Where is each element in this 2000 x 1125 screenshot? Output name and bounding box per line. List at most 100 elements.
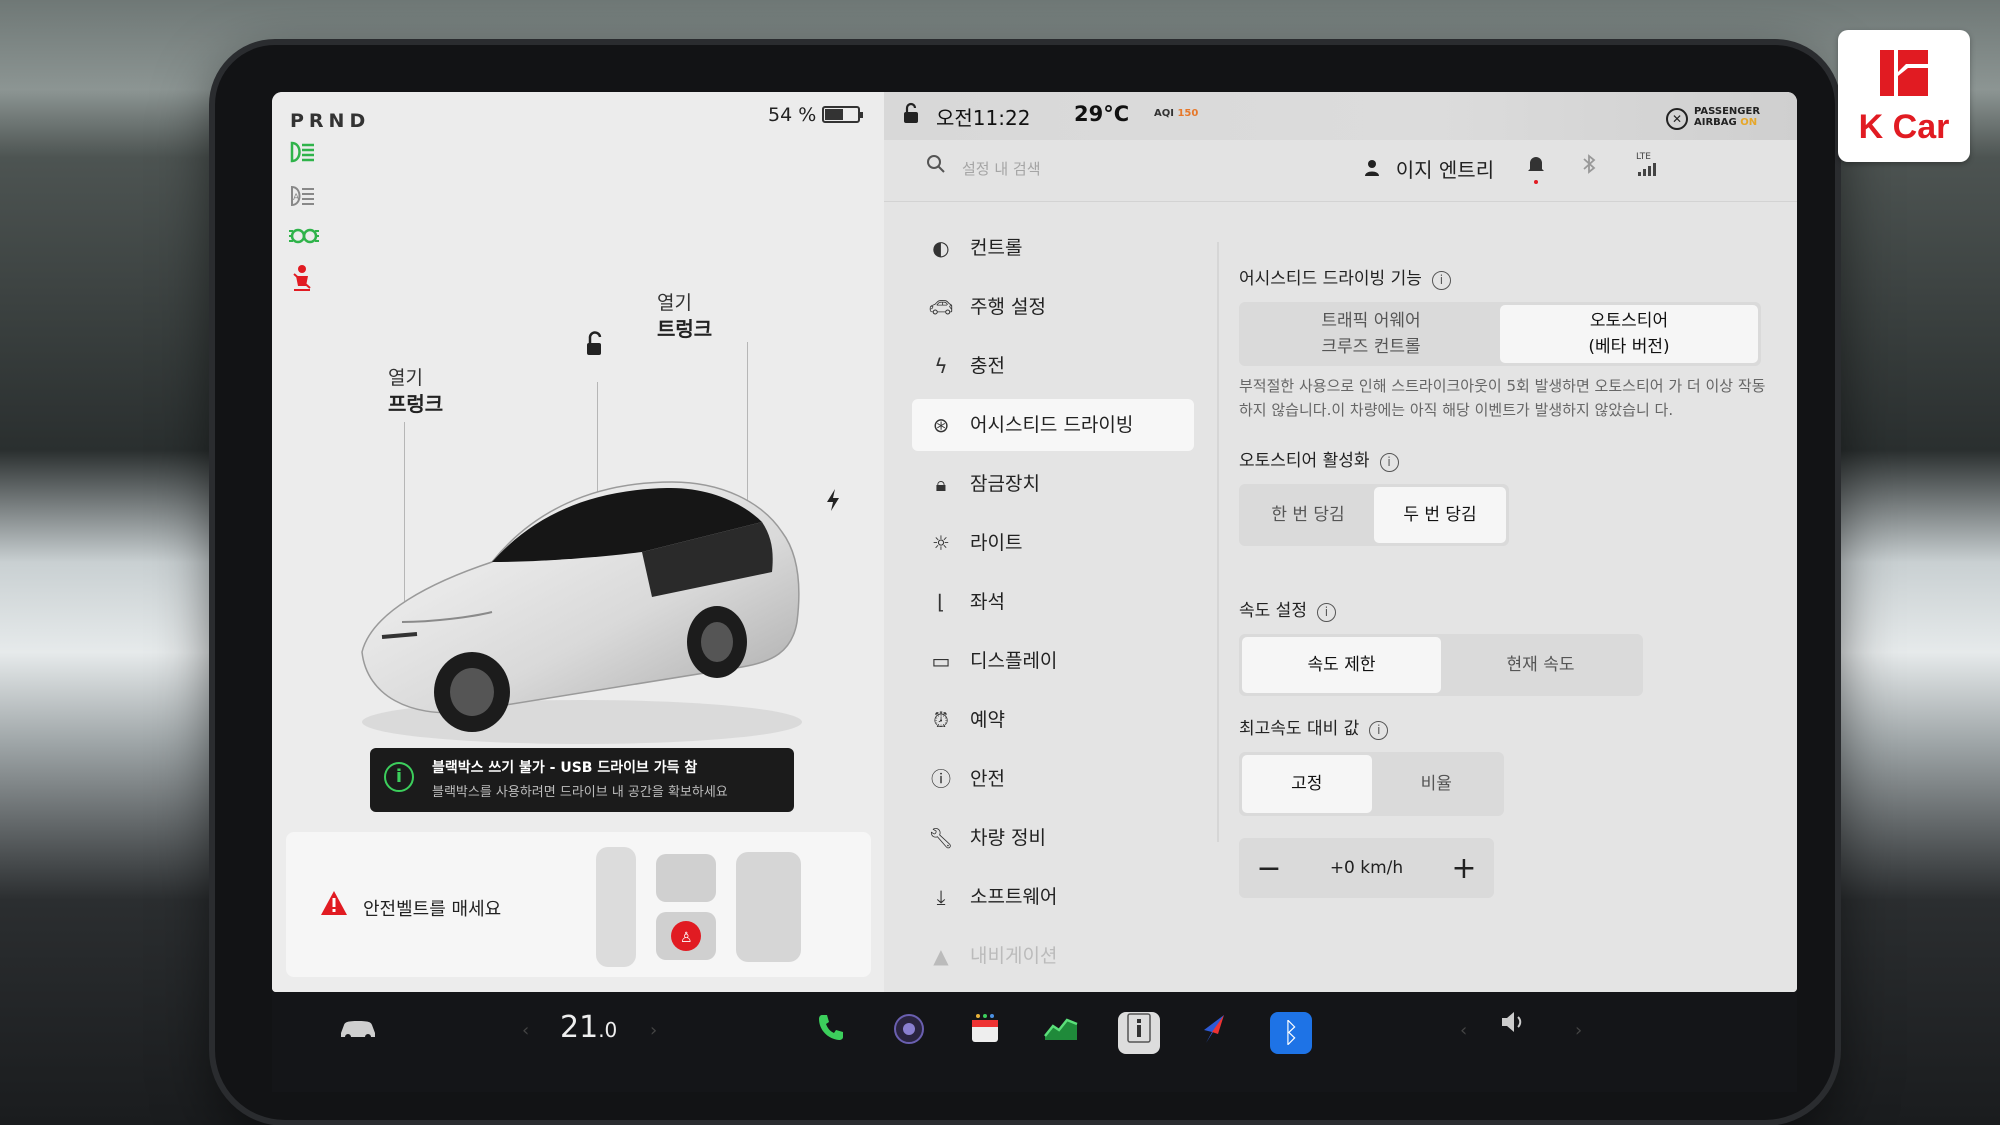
menu-item-schedule[interactable]: ⏰︎ 예약 — [912, 694, 1194, 746]
unlock-icon[interactable] — [580, 330, 608, 362]
settings-search-input[interactable] — [962, 152, 1262, 186]
bluetooth-app-icon[interactable]: ᛒ — [1270, 1012, 1312, 1054]
autosteer-description: 부적절한 사용으로 인해 스트라이크아웃이 5회 발생하면 오토스티어 가 더 … — [1239, 377, 1766, 419]
menu-item-navigation[interactable]: ▲ 내비게이션 — [912, 930, 1194, 982]
volume-up-icon[interactable]: › — [1575, 1020, 1582, 1041]
profile-button[interactable]: 이지 엔트리 — [1364, 154, 1494, 183]
speed-setting-selector: 속도 제한 현재 속도 — [1239, 634, 1643, 696]
option-single-pull[interactable]: 한 번 당김 — [1242, 487, 1374, 543]
seat-map-icon: ♙ — [596, 847, 801, 967]
cabin-temperature[interactable]: 21.0 — [560, 1010, 617, 1045]
speed-setting-title: 속도 설정 i — [1239, 596, 1779, 622]
person-icon — [1364, 160, 1386, 182]
passenger-airbag-status: ✕ PASSENGER AIRBAG ON — [1666, 106, 1760, 130]
temp-up-icon[interactable]: › — [650, 1020, 657, 1041]
temp-down-icon[interactable]: ‹ — [522, 1020, 529, 1041]
airbag-icon: ✕ — [1666, 108, 1688, 130]
wrench-icon: 🔧︎ — [928, 826, 954, 850]
frunk-open-label[interactable]: 열기 프렁크 — [388, 365, 443, 417]
camera-icon[interactable] — [888, 1012, 930, 1054]
touchscreen: PRND 54 % A 열기 프렁크 열기 트렁크 i 블랙박스 쓰기 불가 -… — [272, 92, 1797, 992]
charge-port-icon[interactable] — [824, 488, 842, 516]
toast-subtitle: 블랙박스를 사용하려면 드라이브 내 공간을 확보하세요 — [432, 785, 728, 800]
bell-icon[interactable] — [1527, 154, 1545, 184]
max-speed-offset-title: 최고속도 대비 값i — [1239, 714, 1779, 740]
seatbelt-warning-text: 안전벨트를 매세요 — [363, 899, 502, 920]
offset-type-selector: 고정 비율 — [1239, 752, 1504, 816]
option-current-speed[interactable]: 현재 속도 — [1441, 637, 1640, 693]
info-icon: ⓘ — [931, 767, 951, 791]
option-autosteer[interactable]: 오토스티어 (베타 버전) — [1500, 305, 1758, 363]
car-icon: 🚗︎ — [928, 295, 954, 319]
option-speed-limit[interactable]: 속도 제한 — [1242, 637, 1441, 693]
navigation-app-icon[interactable] — [1194, 1012, 1236, 1054]
seatbelt-card: 안전벨트를 매세요 ♙ — [286, 832, 871, 977]
toast-title: 블랙박스 쓰기 불가 - USB 드라이브 가득 참 — [432, 760, 698, 776]
svg-text:♙: ♙ — [680, 930, 693, 946]
volume-icon[interactable] — [1500, 1010, 1526, 1041]
search-row: 이지 엔트리 LTE — [884, 140, 1797, 202]
air-quality: AQI 150 — [1154, 108, 1199, 119]
assisted-driving-title: 어시스티드 드라이빙 기능 i — [1239, 264, 1779, 290]
search-icon — [926, 154, 946, 180]
assisted-driving-selector: 트래픽 어웨어 크루즈 컨트롤 오토스티어 (베타 버전) — [1239, 302, 1761, 366]
manual-icon[interactable] — [1118, 1012, 1160, 1054]
display-icon: ▭ — [931, 649, 951, 673]
stocks-icon[interactable] — [1040, 1012, 1082, 1054]
info-icon[interactable]: i — [1369, 721, 1389, 740]
low-beam-icon[interactable] — [288, 140, 316, 170]
auto-headlight-icon[interactable]: A — [288, 184, 316, 214]
car-icon[interactable] — [338, 1014, 378, 1049]
trunk-open-label[interactable]: 열기 트렁크 — [657, 290, 712, 342]
menu-item-service[interactable]: 🔧︎ 차량 정비 — [912, 812, 1194, 864]
speed-offset-stepper: − +0 km/h + — [1239, 838, 1494, 898]
menu-item-seats[interactable]: ⌊ 좌석 — [912, 576, 1194, 628]
status-bar: 오전11:22 29°C AQI 150 ✕ PASSENGER AIRBAG … — [884, 92, 1797, 140]
info-icon[interactable]: i — [1431, 271, 1451, 290]
autosteer-activation-selector: 한 번 당김 두 번 당김 — [1239, 484, 1509, 546]
option-percentage[interactable]: 비율 — [1372, 755, 1502, 813]
info-icon[interactable]: i — [1379, 453, 1399, 472]
profile-name: 이지 엔트리 — [1395, 158, 1495, 182]
battery-percent: 54 % — [768, 104, 817, 126]
increase-button[interactable]: + — [1444, 851, 1484, 886]
settings-panel: 오전11:22 29°C AQI 150 ✕ PASSENGER AIRBAG … — [884, 92, 1797, 992]
menu-item-software[interactable]: ⤓ 소프트웨어 — [912, 871, 1194, 923]
download-icon: ⤓ — [936, 885, 946, 909]
bolt-icon: ϟ — [934, 354, 948, 378]
vehicle-panel: PRND 54 % A 열기 프렁크 열기 트렁크 i 블랙박스 쓰기 불가 -… — [272, 92, 884, 992]
sun-icon: ☼ — [932, 531, 950, 555]
menu-item-controls[interactable]: ◐ 컨트롤 — [912, 222, 1194, 274]
phone-icon[interactable] — [810, 1012, 852, 1054]
lock-icon: 🔒︎ — [935, 472, 947, 496]
autosteer-activation-title: 오토스티어 활성화 i — [1239, 446, 1779, 472]
decrease-button[interactable]: − — [1249, 851, 1289, 886]
gear-indicator: PRND — [290, 110, 371, 132]
menu-item-lights[interactable]: ☼ 라이트 — [912, 517, 1194, 569]
parking-light-icon[interactable] — [288, 224, 320, 252]
menu-item-safety[interactable]: ⓘ 안전 — [912, 753, 1194, 805]
bluetooth-icon[interactable] — [1582, 154, 1596, 179]
kcar-logo: K Car — [1838, 30, 1970, 162]
kcar-mark-icon — [1880, 50, 1928, 96]
kcar-name: K Car — [1858, 108, 1950, 146]
alarm-icon: ⏰︎ — [933, 708, 949, 732]
seat-icon: ⌊ — [937, 590, 945, 614]
menu-item-assisted-driving[interactable]: ⊛ 어시스티드 드라이빙 — [912, 399, 1194, 451]
menu-item-charging[interactable]: ϟ 충전 — [912, 340, 1194, 392]
toggle-icon: ◐ — [932, 236, 950, 260]
dashcam-toast[interactable]: i 블랙박스 쓰기 불가 - USB 드라이브 가득 참 블랙박스를 사용하려면… — [370, 748, 794, 812]
calendar-icon[interactable] — [964, 1012, 1006, 1054]
navigation-icon: ▲ — [933, 944, 949, 968]
option-fixed[interactable]: 고정 — [1242, 755, 1372, 813]
menu-item-display[interactable]: ▭ 디스플레이 — [912, 635, 1194, 687]
lock-status-icon[interactable] — [900, 102, 922, 130]
menu-item-locks[interactable]: 🔒︎ 잠금장치 — [912, 458, 1194, 510]
option-double-pull[interactable]: 두 번 당김 — [1374, 487, 1506, 543]
info-icon[interactable]: i — [1316, 603, 1336, 622]
menu-item-driving[interactable]: 🚗︎ 주행 설정 — [912, 281, 1194, 333]
option-traffic-aware-cruise[interactable]: 트래픽 어웨어 크루즈 컨트롤 — [1242, 305, 1500, 363]
volume-down-icon[interactable]: ‹ — [1460, 1020, 1467, 1041]
bottom-dock: ‹ 21.0 › ᛒ ‹ › — [272, 992, 1797, 1092]
signal-icon: LTE — [1636, 152, 1658, 179]
